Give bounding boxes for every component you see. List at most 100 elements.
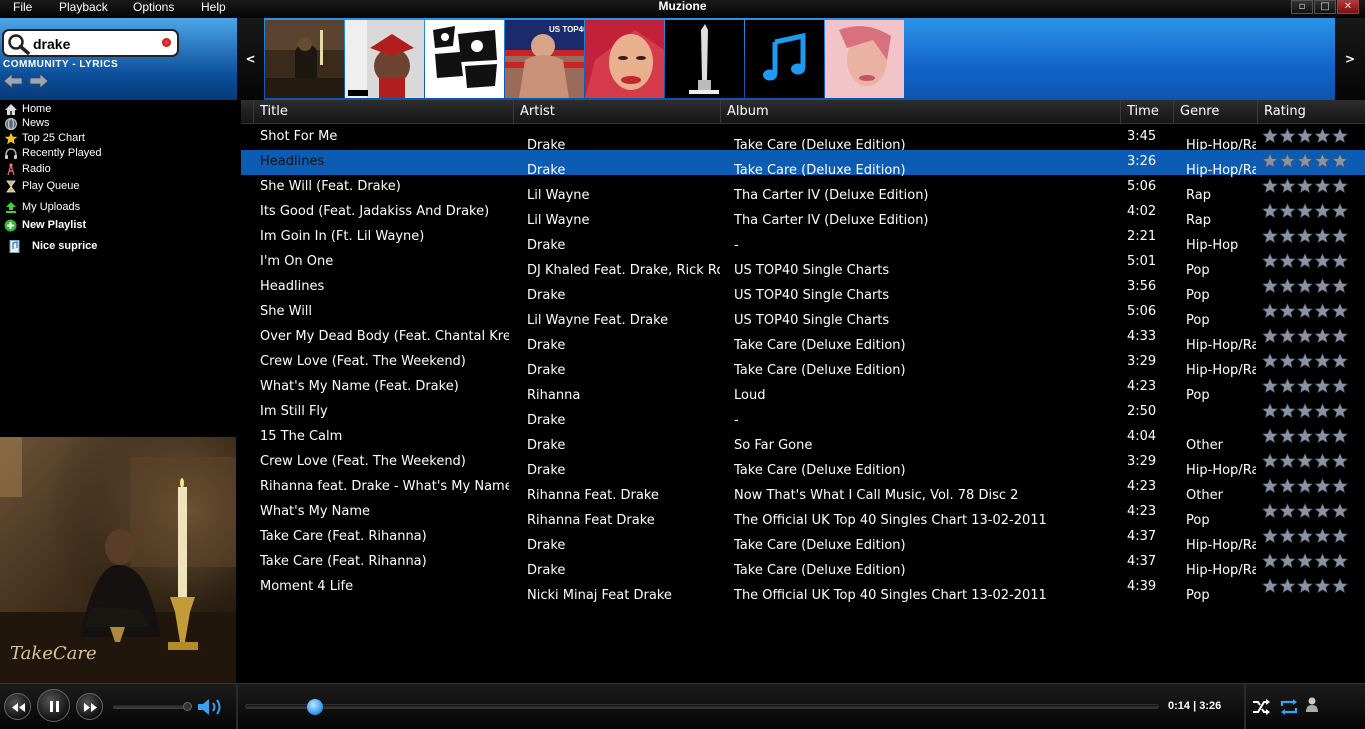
rating-stars[interactable] bbox=[1262, 427, 1352, 445]
table-row[interactable]: What's My Name Rihanna Feat Drake The Offi… bbox=[241, 500, 1365, 528]
table-row[interactable]: Im Still Fly Drake -2:50 bbox=[241, 400, 1365, 428]
star-icon[interactable] bbox=[1314, 378, 1331, 394]
star-icon[interactable] bbox=[1331, 553, 1349, 569]
sidebar-item-top25[interactable]: Top 25 Chart bbox=[4, 131, 85, 145]
star-icon[interactable] bbox=[1279, 228, 1296, 244]
sidebar-item-recently-played[interactable]: Recently Played bbox=[4, 146, 102, 160]
star-icon[interactable] bbox=[1262, 378, 1279, 394]
table-row[interactable]: She Will (Feat. Drake) Lil Wayne Tha Carte… bbox=[241, 175, 1365, 203]
column-header-artist[interactable]: Artist bbox=[513, 100, 720, 124]
star-icon[interactable] bbox=[1262, 403, 1279, 419]
star-icon[interactable] bbox=[1314, 503, 1331, 519]
forward-arrow-icon[interactable] bbox=[29, 73, 49, 89]
star-icon[interactable] bbox=[1296, 353, 1314, 369]
star-icon[interactable] bbox=[1296, 378, 1314, 394]
user-icon[interactable] bbox=[1305, 696, 1319, 714]
star-icon[interactable] bbox=[1262, 128, 1279, 144]
sidebar-item-my-uploads[interactable]: My Uploads bbox=[4, 200, 80, 214]
rating-stars[interactable] bbox=[1262, 577, 1352, 595]
star-icon[interactable] bbox=[1331, 428, 1349, 444]
rating-stars[interactable] bbox=[1262, 477, 1352, 495]
star-icon[interactable] bbox=[1279, 128, 1296, 144]
rating-stars[interactable] bbox=[1262, 502, 1352, 520]
star-icon[interactable] bbox=[1279, 578, 1296, 594]
star-icon[interactable] bbox=[1279, 278, 1296, 294]
star-icon[interactable] bbox=[1279, 328, 1296, 344]
star-icon[interactable] bbox=[1262, 478, 1279, 494]
star-icon[interactable] bbox=[1262, 153, 1279, 169]
album-thumbnail[interactable]: US TOP40 bbox=[505, 20, 584, 98]
star-icon[interactable] bbox=[1331, 403, 1349, 419]
pause-button[interactable] bbox=[37, 689, 70, 722]
star-icon[interactable] bbox=[1279, 303, 1296, 319]
star-icon[interactable] bbox=[1314, 328, 1331, 344]
table-row[interactable]: Take Care (Feat. Rihanna) Drake Take Care … bbox=[241, 525, 1365, 553]
star-icon[interactable] bbox=[1331, 328, 1349, 344]
rating-stars[interactable] bbox=[1262, 202, 1352, 220]
star-icon[interactable] bbox=[1262, 453, 1279, 469]
rating-stars[interactable] bbox=[1262, 327, 1352, 345]
star-icon[interactable] bbox=[1331, 478, 1349, 494]
star-icon[interactable] bbox=[1331, 528, 1349, 544]
star-icon[interactable] bbox=[1296, 203, 1314, 219]
star-icon[interactable] bbox=[1296, 453, 1314, 469]
star-icon[interactable] bbox=[1279, 553, 1296, 569]
sidebar-item-news[interactable]: News bbox=[4, 116, 50, 130]
rating-stars[interactable] bbox=[1262, 302, 1352, 320]
star-icon[interactable] bbox=[1296, 328, 1314, 344]
star-icon[interactable] bbox=[1262, 178, 1279, 194]
star-icon[interactable] bbox=[1314, 428, 1331, 444]
album-thumbnail[interactable] bbox=[825, 20, 904, 98]
previous-button[interactable] bbox=[4, 693, 31, 720]
star-icon[interactable] bbox=[1296, 578, 1314, 594]
column-header-album[interactable]: Album bbox=[720, 100, 1120, 124]
star-icon[interactable] bbox=[1314, 528, 1331, 544]
seek-knob[interactable] bbox=[306, 699, 323, 715]
star-icon[interactable] bbox=[1331, 578, 1349, 594]
star-icon[interactable] bbox=[1331, 453, 1349, 469]
star-icon[interactable] bbox=[1331, 253, 1349, 269]
star-icon[interactable] bbox=[1296, 503, 1314, 519]
rating-stars[interactable] bbox=[1262, 527, 1352, 545]
sidebar-item-home[interactable]: Home bbox=[4, 102, 51, 116]
star-icon[interactable] bbox=[1314, 253, 1331, 269]
star-icon[interactable] bbox=[1331, 153, 1349, 169]
star-icon[interactable] bbox=[1262, 503, 1279, 519]
star-icon[interactable] bbox=[1262, 228, 1279, 244]
back-arrow-icon[interactable] bbox=[3, 73, 23, 89]
star-icon[interactable] bbox=[1314, 578, 1331, 594]
star-icon[interactable] bbox=[1296, 278, 1314, 294]
table-row[interactable]: Moment 4 Life Nicki Minaj Feat Drake The O… bbox=[241, 575, 1365, 603]
new-playlist-button[interactable]: New Playlist bbox=[4, 218, 86, 232]
star-icon[interactable] bbox=[1279, 478, 1296, 494]
table-row[interactable]: Crew Love (Feat. The Weekend) Drake Take C… bbox=[241, 450, 1365, 478]
search-input[interactable] bbox=[33, 36, 158, 52]
star-icon[interactable] bbox=[1331, 228, 1349, 244]
star-icon[interactable] bbox=[1314, 403, 1331, 419]
carousel-prev-button[interactable]: < bbox=[237, 18, 264, 100]
star-icon[interactable] bbox=[1296, 228, 1314, 244]
star-icon[interactable] bbox=[1314, 128, 1331, 144]
star-icon[interactable] bbox=[1331, 178, 1349, 194]
star-icon[interactable] bbox=[1296, 253, 1314, 269]
column-header-genre[interactable]: Genre bbox=[1173, 100, 1257, 124]
close-button[interactable]: ✕ bbox=[1337, 0, 1359, 14]
album-thumbnail[interactable] bbox=[665, 20, 744, 98]
table-row[interactable]: Over My Dead Body (Feat. Chantal Krevi Dr… bbox=[241, 325, 1365, 353]
seek-bar[interactable] bbox=[245, 699, 1159, 715]
table-row[interactable]: I'm On One DJ Khaled Feat. Drake, Rick Ro… bbox=[241, 250, 1365, 278]
rating-stars[interactable] bbox=[1262, 552, 1352, 570]
volume-knob[interactable] bbox=[183, 702, 192, 711]
star-icon[interactable] bbox=[1262, 328, 1279, 344]
star-icon[interactable] bbox=[1314, 453, 1331, 469]
table-row[interactable]: 15 The Calm Drake So Far Gone 4:04 Other bbox=[241, 425, 1365, 453]
star-icon[interactable] bbox=[1296, 403, 1314, 419]
minimize-button[interactable]: ▫ bbox=[1291, 0, 1313, 14]
rating-stars[interactable] bbox=[1262, 277, 1352, 295]
star-icon[interactable] bbox=[1331, 378, 1349, 394]
star-icon[interactable] bbox=[1279, 403, 1296, 419]
star-icon[interactable] bbox=[1296, 553, 1314, 569]
star-icon[interactable] bbox=[1331, 303, 1349, 319]
star-icon[interactable] bbox=[1262, 553, 1279, 569]
star-icon[interactable] bbox=[1262, 428, 1279, 444]
